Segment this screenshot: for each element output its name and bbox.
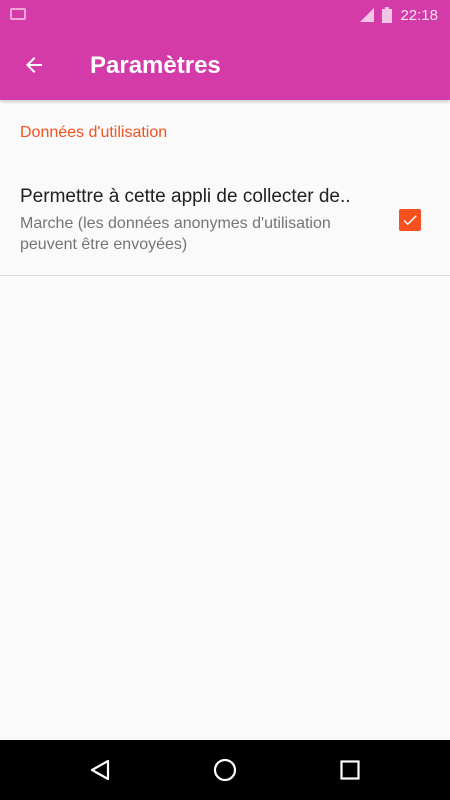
notification-icon (10, 8, 26, 20)
preference-title: Permettre à cette appli de collecter de.… (20, 186, 351, 207)
page-title: Paramètres (90, 52, 221, 79)
back-button[interactable] (14, 45, 54, 85)
app-bar: Paramètres (0, 30, 450, 100)
checkmark-icon (403, 215, 417, 226)
battery-icon (382, 7, 393, 23)
usage-data-checkbox[interactable] (399, 209, 421, 231)
preference-summary: Marche (les données anonymes d'utilisati… (20, 215, 331, 253)
signal-icon (360, 8, 375, 22)
nav-recents-button[interactable] (330, 750, 370, 790)
status-time: 22:18 (400, 6, 438, 24)
back-triangle-icon (90, 759, 110, 781)
section-header: Données d'utilisation (20, 124, 168, 141)
navigation-bar (0, 740, 450, 800)
nav-back-button[interactable] (80, 750, 120, 790)
status-right: 22:18 (360, 6, 438, 24)
recents-square-icon (340, 760, 360, 780)
nav-home-button[interactable] (205, 750, 245, 790)
home-circle-icon (213, 758, 237, 782)
usage-data-preference[interactable]: Permettre à cette appli de collecter de.… (0, 166, 450, 276)
status-bar: 22:18 (0, 0, 450, 30)
arrow-back-icon (26, 57, 42, 73)
